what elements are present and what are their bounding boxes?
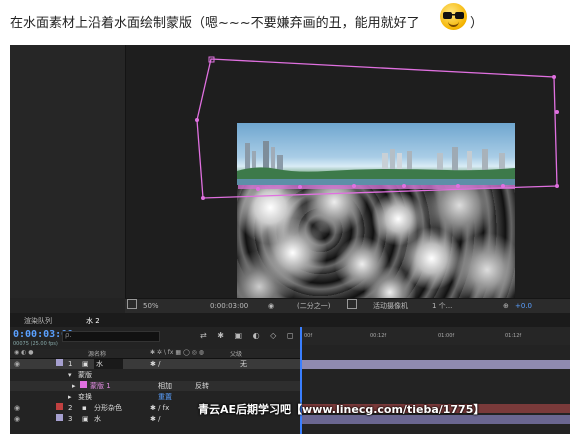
parent-dropdown[interactable]: 无	[240, 359, 247, 369]
layer-number: 1	[68, 360, 73, 368]
exposure-icon[interactable]: ⊕	[503, 299, 509, 313]
ruler-tick: 00f	[304, 333, 313, 339]
layer-search-input[interactable]: ρ.	[62, 331, 160, 342]
expand-arrow-icon[interactable]: ▾	[68, 370, 72, 380]
views-dropdown[interactable]: 1 个...	[432, 299, 452, 313]
layer-name[interactable]: 水	[94, 359, 123, 369]
timeline-switches[interactable]: ⇄ ✱ ▣ ◐ ◇ ◻	[200, 331, 297, 340]
mask-row[interactable]: ▸ 蒙版 1 相加 反转	[10, 381, 300, 391]
current-time-indicator[interactable]	[300, 327, 302, 434]
layer-columns-header: ◉ ◐ ● 源名称 ✱ ✲ \ fx ▦ ◯ ◎ ◍ 父级	[10, 349, 300, 359]
footage-icon: ▣	[82, 415, 89, 423]
mask-invert-checkbox[interactable]: 反转	[195, 381, 209, 391]
resolution-dropdown[interactable]: (二分之一)	[297, 299, 330, 313]
col-source-name[interactable]: 源名称	[88, 349, 106, 358]
zoom-dropdown[interactable]: 50%	[143, 299, 159, 313]
transform-label: 变换	[78, 393, 92, 401]
layer-name[interactable]: 分形杂色	[94, 403, 122, 413]
tab-render-queue[interactable]: 渲染队列	[24, 316, 52, 326]
tab-comp[interactable]: 水 2	[86, 316, 100, 326]
layer-color-swatch	[56, 359, 63, 366]
camera-dropdown[interactable]: 活动摄像机	[373, 299, 408, 313]
instruction-caption: 在水面素材上沿着水面绘制蒙版（嗯~~~不要嫌弃画的丑，能用就好了	[10, 16, 420, 31]
cool-sunglasses-emoji-icon	[440, 3, 467, 30]
ruler-tick: 00:12f	[370, 333, 387, 339]
footage-icon: ▣	[82, 360, 89, 368]
layer-row[interactable]: ◉ 1 ▣ 水 ✱ / 无	[10, 359, 300, 369]
col-parent[interactable]: 父级	[230, 349, 242, 358]
layer-track-bar[interactable]	[302, 360, 570, 369]
timeline-tabs: 渲染队列 水 2	[10, 313, 570, 327]
viewer-timecode[interactable]: 0:00:03:00	[210, 299, 248, 313]
mask-path[interactable]	[10, 45, 570, 298]
reset-link[interactable]: 重置	[158, 392, 172, 402]
watermark-text: 青云AE后期学习吧【www.linecg.com/tieba/1775】	[198, 403, 485, 416]
solid-icon: ▪	[82, 404, 87, 412]
viewer-toolbar: 50% 0:00:03:00 ◉ (二分之一) 活动摄像机 1 个... ⊕ +…	[125, 298, 570, 313]
after-effects-window: 50% 0:00:03:00 ◉ (二分之一) 活动摄像机 1 个... ⊕ +…	[10, 45, 570, 434]
ruler-tick: 01:12f	[505, 333, 522, 339]
frame-count: 00075 (25.00 fps)	[13, 341, 58, 347]
masks-group-label: 蒙版	[78, 371, 92, 379]
composition-viewer[interactable]	[10, 45, 570, 298]
mask-mode-dropdown[interactable]: 相加	[158, 381, 172, 391]
expand-arrow-icon[interactable]: ▸	[68, 392, 72, 402]
layer-name[interactable]: 水	[94, 414, 101, 424]
expand-arrow-icon[interactable]: ▸	[72, 381, 76, 391]
mask-name[interactable]: 蒙版 1	[90, 381, 111, 391]
snapshot-icon[interactable]: ◉	[268, 299, 274, 313]
time-ruler[interactable]: 00f 00:12f 01:00f 01:12f	[300, 327, 570, 345]
masks-group-row[interactable]: ▾ 蒙版	[10, 370, 300, 380]
layer-number: 2	[68, 404, 73, 412]
layer-number: 3	[68, 415, 73, 423]
ruler-tick: 01:00f	[438, 333, 455, 339]
exposure-value[interactable]: +0.0	[515, 299, 532, 313]
caption-close-paren: ）	[470, 16, 484, 31]
